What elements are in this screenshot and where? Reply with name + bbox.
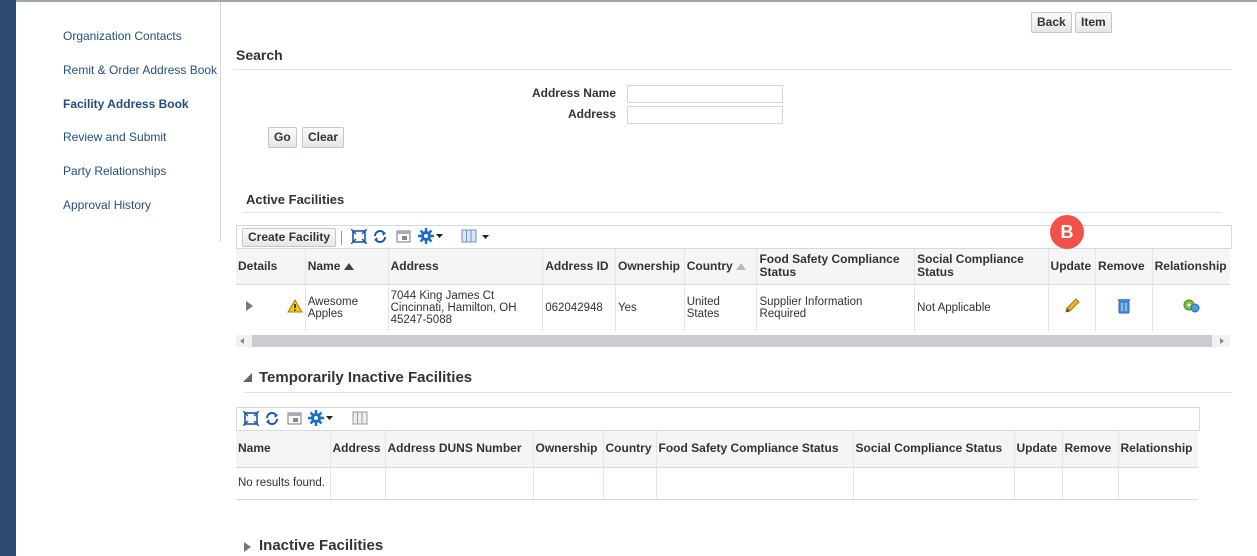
- go-button[interactable]: Go: [268, 127, 297, 148]
- annotation-badge-b: B: [1050, 215, 1084, 249]
- col-address-id[interactable]: Address ID: [542, 249, 616, 284]
- sidebar-item-remit-order-address-book[interactable]: Remit & Order Address Book: [63, 63, 217, 77]
- scroll-right-arrow-icon[interactable]: [1220, 338, 1224, 344]
- address-name-label: Address Name: [531, 86, 616, 100]
- temp-divider: [244, 392, 1232, 393]
- col-name-label: Name: [307, 258, 341, 273]
- scrollbar-thumb[interactable]: [252, 335, 1212, 347]
- col-social[interactable]: Social Compliance Status: [852, 431, 1014, 467]
- trash-icon[interactable]: [1116, 297, 1132, 315]
- col-relationship: Relationship: [1151, 249, 1230, 284]
- col-update: Update: [1013, 431, 1062, 467]
- pencil-edit-icon[interactable]: [1063, 297, 1081, 315]
- collapse-triangle-icon[interactable]: [243, 373, 252, 382]
- scroll-left-arrow-icon[interactable]: [240, 338, 244, 344]
- table-row: Awesome Apples 7044 King James Ct Cincin…: [236, 284, 1230, 331]
- item-button[interactable]: Item: [1075, 12, 1112, 33]
- col-name[interactable]: Name: [304, 249, 389, 284]
- sidebar-item-facility-address-book[interactable]: Facility Address Book: [63, 97, 189, 111]
- columns-icon[interactable]: [352, 411, 368, 426]
- refresh-icon[interactable]: [372, 229, 388, 244]
- cell-address: 7044 King James Ct Cincinnati, Hamilton,…: [387, 284, 543, 331]
- warning-icon: [286, 299, 303, 313]
- columns-icon[interactable]: [461, 229, 491, 244]
- sidebar: Organization Contacts Remit & Order Addr…: [16, 2, 221, 242]
- update-cell[interactable]: [1047, 284, 1096, 331]
- temp-toolbar: [236, 407, 1200, 431]
- col-address-duns[interactable]: Address DUNS Number: [384, 431, 533, 467]
- temp-inactive-title[interactable]: Temporarily Inactive Facilities: [259, 369, 472, 386]
- sidebar-item-organization-contacts[interactable]: Organization Contacts: [63, 29, 182, 43]
- detach-icon[interactable]: [351, 229, 367, 244]
- create-facility-button[interactable]: Create Facility: [242, 228, 337, 247]
- back-button[interactable]: Back: [1031, 12, 1072, 33]
- active-facilities-table: Details Name Address Address ID Ownershi…: [236, 249, 1230, 331]
- cell-address-id: 062042948: [542, 284, 616, 331]
- inactive-title[interactable]: Inactive Facilities: [259, 537, 383, 554]
- sidebar-item-approval-history[interactable]: Approval History: [63, 198, 151, 212]
- sidebar-item-party-relationships[interactable]: Party Relationships: [63, 164, 166, 178]
- col-ownership[interactable]: Ownership: [614, 249, 685, 284]
- temp-inactive-table: Name Address Address DUNS Number Ownersh…: [236, 431, 1198, 500]
- cell-name[interactable]: Awesome Apples: [304, 284, 389, 331]
- col-food-safety[interactable]: Food Safety Compliance Status: [756, 249, 915, 284]
- expand-triangle-icon[interactable]: [244, 542, 251, 552]
- active-facilities-title: Active Facilities: [246, 192, 345, 207]
- col-address[interactable]: Address: [329, 431, 385, 467]
- settings-gear-icon[interactable]: [308, 410, 334, 427]
- detach-icon[interactable]: [243, 411, 259, 426]
- col-food-safety[interactable]: Food Safety Compliance Status: [655, 431, 853, 467]
- col-country-label: Country: [686, 258, 733, 273]
- search-title: Search: [236, 47, 283, 63]
- address-label: Address: [567, 107, 616, 121]
- expand-triangle-icon[interactable]: [246, 301, 253, 312]
- sidebar-item-review-and-submit[interactable]: Review and Submit: [63, 130, 166, 144]
- address-name-input[interactable]: [627, 85, 783, 103]
- col-name[interactable]: Name: [236, 431, 330, 467]
- col-update: Update: [1047, 249, 1096, 284]
- relationship-cell[interactable]: [1151, 284, 1230, 331]
- freeze-icon[interactable]: [287, 411, 303, 426]
- remove-cell[interactable]: [1095, 284, 1153, 331]
- col-relationship: Relationship: [1117, 431, 1198, 467]
- table-row: No results found.: [236, 467, 1198, 499]
- col-country[interactable]: Country: [602, 431, 656, 467]
- cell-ownership: Yes: [614, 284, 685, 331]
- clear-button[interactable]: Clear: [302, 127, 345, 148]
- warning-cell: [285, 284, 306, 331]
- expand-cell[interactable]: [236, 284, 285, 331]
- col-details[interactable]: Details: [236, 249, 305, 284]
- col-country[interactable]: Country: [683, 249, 757, 284]
- active-divider: [244, 212, 1222, 213]
- address-input[interactable]: [627, 106, 783, 124]
- left-accent-bar: [0, 0, 16, 556]
- col-social[interactable]: Social Compliance Status: [914, 249, 1049, 284]
- sort-asc-icon[interactable]: [343, 262, 354, 270]
- col-remove: Remove: [1061, 431, 1118, 467]
- col-ownership[interactable]: Ownership: [532, 431, 603, 467]
- sort-icon[interactable]: [736, 262, 747, 270]
- search-divider: [234, 69, 1232, 70]
- no-results-text: No results found.: [238, 477, 325, 489]
- cell-social: Not Applicable: [914, 284, 1049, 331]
- col-address[interactable]: Address: [387, 249, 543, 284]
- toolbar-separator: [341, 231, 342, 245]
- cell-country: United States: [683, 284, 757, 331]
- col-remove: Remove: [1095, 249, 1153, 284]
- refresh-icon[interactable]: [264, 411, 280, 426]
- relationship-icon[interactable]: [1181, 297, 1201, 315]
- settings-gear-icon[interactable]: [418, 228, 444, 245]
- cell-food-safety: Supplier Information Required: [756, 284, 915, 331]
- freeze-icon[interactable]: [396, 229, 412, 244]
